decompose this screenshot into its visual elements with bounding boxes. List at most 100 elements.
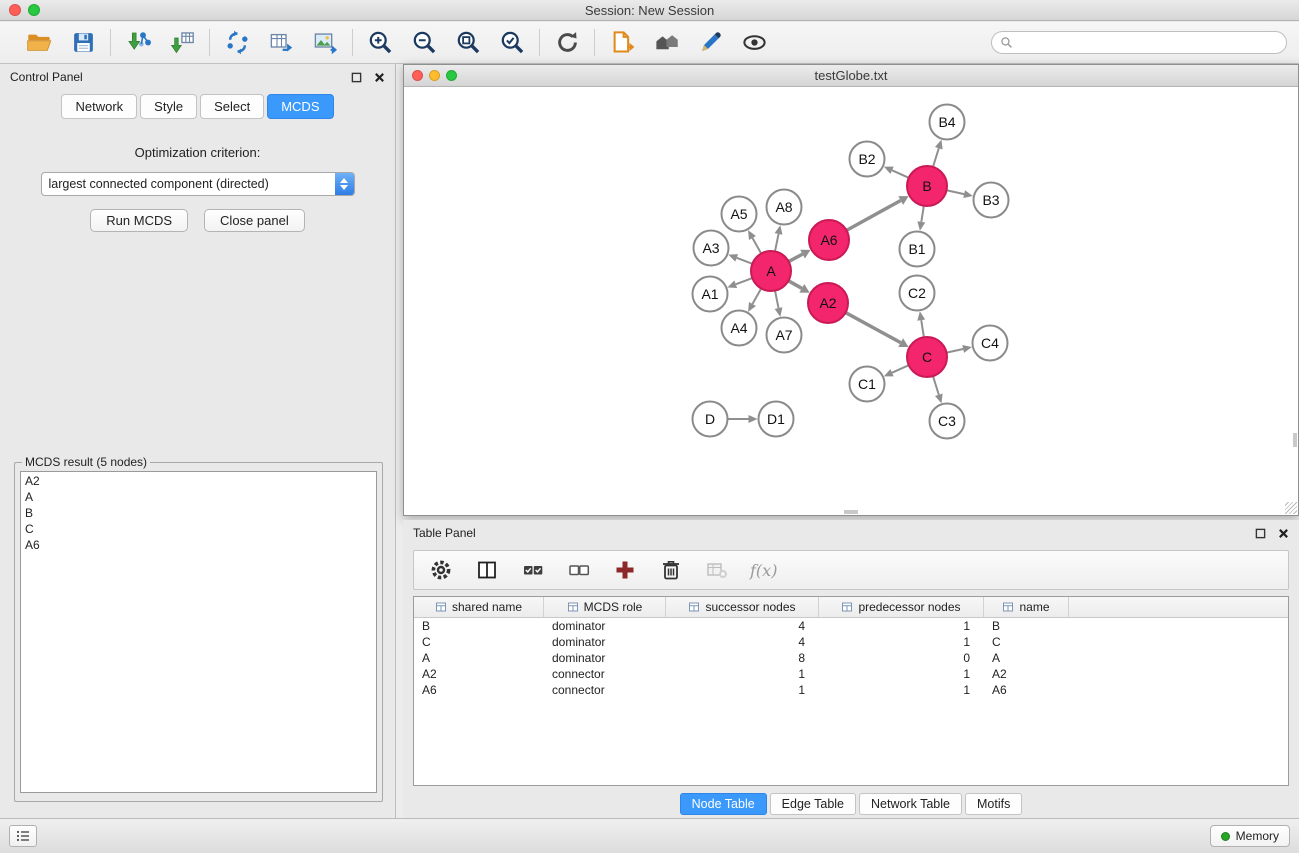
annotate-icon[interactable]: [695, 28, 725, 58]
network-canvas[interactable]: B4B2BB3A8A5A6A3B1AA1C2A2A4A7C4CC1C3DD1: [404, 88, 1298, 515]
table-cell[interactable]: 1: [666, 682, 819, 698]
graph-edge-A-A6[interactable]: [789, 254, 803, 261]
graph-edge-A6-B[interactable]: [847, 200, 901, 230]
mcds-result-list[interactable]: A2ABCA6: [20, 471, 377, 793]
table-cell[interactable]: 1: [819, 634, 984, 650]
graph-edge-A2-C[interactable]: [846, 313, 901, 343]
table-cell[interactable]: A6: [984, 682, 1069, 698]
import-table-icon[interactable]: [167, 28, 197, 58]
table-cell[interactable]: dominator: [544, 634, 666, 650]
minimize-network-button[interactable]: [429, 70, 440, 81]
graph-node-B1[interactable]: B1: [900, 232, 935, 267]
graph-node-C3[interactable]: C3: [930, 404, 965, 439]
table-cell[interactable]: 1: [819, 682, 984, 698]
table-cell[interactable]: A2: [984, 666, 1069, 682]
search-box[interactable]: [991, 31, 1287, 54]
column-header-shared-name[interactable]: shared name: [414, 597, 544, 617]
graph-node-B2[interactable]: B2: [850, 142, 885, 177]
horizontal-scrollbar[interactable]: [844, 510, 858, 514]
graph-node-C2[interactable]: C2: [900, 276, 935, 311]
table-row[interactable]: Adominator80A: [414, 650, 1288, 666]
table-cell[interactable]: 4: [666, 618, 819, 634]
vertical-scrollbar[interactable]: [1293, 433, 1297, 447]
table-cell[interactable]: C: [984, 634, 1069, 650]
close-panel-icon[interactable]: [374, 72, 385, 83]
table-settings-icon[interactable]: [428, 557, 454, 583]
refresh-view-icon[interactable]: [552, 28, 582, 58]
tab-network-table[interactable]: Network Table: [859, 793, 962, 815]
delete-table-icon[interactable]: [704, 557, 730, 583]
task-history-button[interactable]: [9, 825, 37, 847]
table-cell[interactable]: connector: [544, 666, 666, 682]
close-panel-button[interactable]: Close panel: [204, 209, 305, 232]
table-row[interactable]: Bdominator41B: [414, 618, 1288, 634]
result-item[interactable]: A6: [21, 537, 376, 553]
graph-edge-A-A4[interactable]: [752, 288, 761, 304]
graph-node-A3[interactable]: A3: [694, 231, 729, 266]
table-cell[interactable]: 1: [819, 666, 984, 682]
table-cell[interactable]: B: [984, 618, 1069, 634]
graph-edge-C-C4[interactable]: [947, 349, 964, 353]
save-session-icon[interactable]: [68, 28, 98, 58]
export-image-icon[interactable]: [310, 28, 340, 58]
tab-select[interactable]: Select: [200, 94, 264, 119]
zoom-in-icon[interactable]: [365, 28, 395, 58]
memory-button[interactable]: Memory: [1210, 825, 1290, 847]
zoom-window-button[interactable]: [28, 4, 40, 16]
search-input[interactable]: [1018, 36, 1278, 50]
table-cell[interactable]: 1: [666, 666, 819, 682]
table-cell[interactable]: B: [414, 618, 544, 634]
table-cell[interactable]: dominator: [544, 618, 666, 634]
zoom-fit-icon[interactable]: [453, 28, 483, 58]
graph-node-D1[interactable]: D1: [759, 402, 794, 437]
open-session-icon[interactable]: [24, 28, 54, 58]
graph-edge-A-A7[interactable]: [775, 291, 779, 308]
table-body[interactable]: Bdominator41BCdominator41CAdominator80AA…: [414, 618, 1288, 785]
table-cell[interactable]: dominator: [544, 650, 666, 666]
table-cell[interactable]: A2: [414, 666, 544, 682]
table-cell[interactable]: 1: [819, 618, 984, 634]
tab-node-table[interactable]: Node Table: [680, 793, 767, 815]
table-cell[interactable]: connector: [544, 682, 666, 698]
column-header-successor-nodes[interactable]: successor nodes: [666, 597, 819, 617]
graph-edge-C-C1[interactable]: [892, 365, 909, 373]
close-network-button[interactable]: [412, 70, 423, 81]
graph-node-A2[interactable]: A2: [808, 283, 848, 323]
graph-node-A6[interactable]: A6: [809, 220, 849, 260]
graph-edge-B-B2[interactable]: [892, 170, 909, 178]
delete-rows-icon[interactable]: [658, 557, 684, 583]
graph-edge-A-A1[interactable]: [736, 278, 753, 284]
table-row[interactable]: Cdominator41C: [414, 634, 1288, 650]
graph-node-A5[interactable]: A5: [722, 197, 757, 232]
table-cell[interactable]: A: [984, 650, 1069, 666]
graph-node-B[interactable]: B: [907, 166, 947, 206]
graph-edge-A-A2[interactable]: [788, 281, 801, 289]
zoom-network-button[interactable]: [446, 70, 457, 81]
column-header-mcds-role[interactable]: MCDS role: [544, 597, 666, 617]
table-cell[interactable]: A6: [414, 682, 544, 698]
zoom-out-icon[interactable]: [409, 28, 439, 58]
zoom-selected-icon[interactable]: [497, 28, 527, 58]
network-table-icon[interactable]: [266, 28, 296, 58]
tab-style[interactable]: Style: [140, 94, 197, 119]
graph-node-A7[interactable]: A7: [767, 318, 802, 353]
graph-node-B4[interactable]: B4: [930, 105, 965, 140]
table-cell[interactable]: 4: [666, 634, 819, 650]
import-network-icon[interactable]: [123, 28, 153, 58]
graph-edge-B-B4[interactable]: [933, 148, 939, 167]
graph-node-A[interactable]: A: [751, 251, 791, 291]
table-cell[interactable]: A: [414, 650, 544, 666]
graph-node-A1[interactable]: A1: [693, 277, 728, 312]
graph-node-A8[interactable]: A8: [767, 190, 802, 225]
result-item[interactable]: A2: [21, 473, 376, 489]
graph-node-B3[interactable]: B3: [974, 183, 1009, 218]
table-row[interactable]: A6connector11A6: [414, 682, 1288, 698]
result-item[interactable]: B: [21, 505, 376, 521]
close-window-button[interactable]: [9, 4, 21, 16]
network-graph[interactable]: B4B2BB3A8A5A6A3B1AA1C2A2A4A7C4CC1C3DD1: [404, 88, 1298, 515]
graph-edge-A-A8[interactable]: [775, 234, 779, 251]
float-panel-icon[interactable]: [351, 72, 362, 83]
graph-node-C[interactable]: C: [907, 337, 947, 377]
table-row[interactable]: A2connector11A2: [414, 666, 1288, 682]
tab-mcds[interactable]: MCDS: [267, 94, 333, 119]
